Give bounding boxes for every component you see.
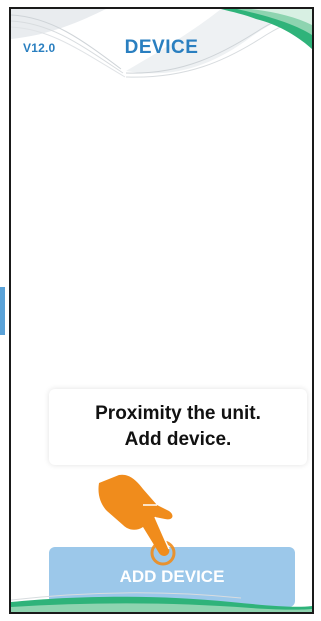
instruction-line-1: Proximity the unit. xyxy=(95,403,261,424)
side-edge-tab[interactable] xyxy=(0,287,5,335)
instruction-tooltip: Proximity the unit. Add device. xyxy=(49,389,307,465)
header-wave-art xyxy=(11,9,312,78)
page-title: DEVICE xyxy=(124,37,199,58)
device-screen: V12.0 DEVICE Proximity the unit. Add dev… xyxy=(9,7,314,614)
instruction-line-2: Add device. xyxy=(124,429,232,450)
footer-wave-art xyxy=(11,592,312,612)
pointing-hand-icon xyxy=(98,474,176,566)
